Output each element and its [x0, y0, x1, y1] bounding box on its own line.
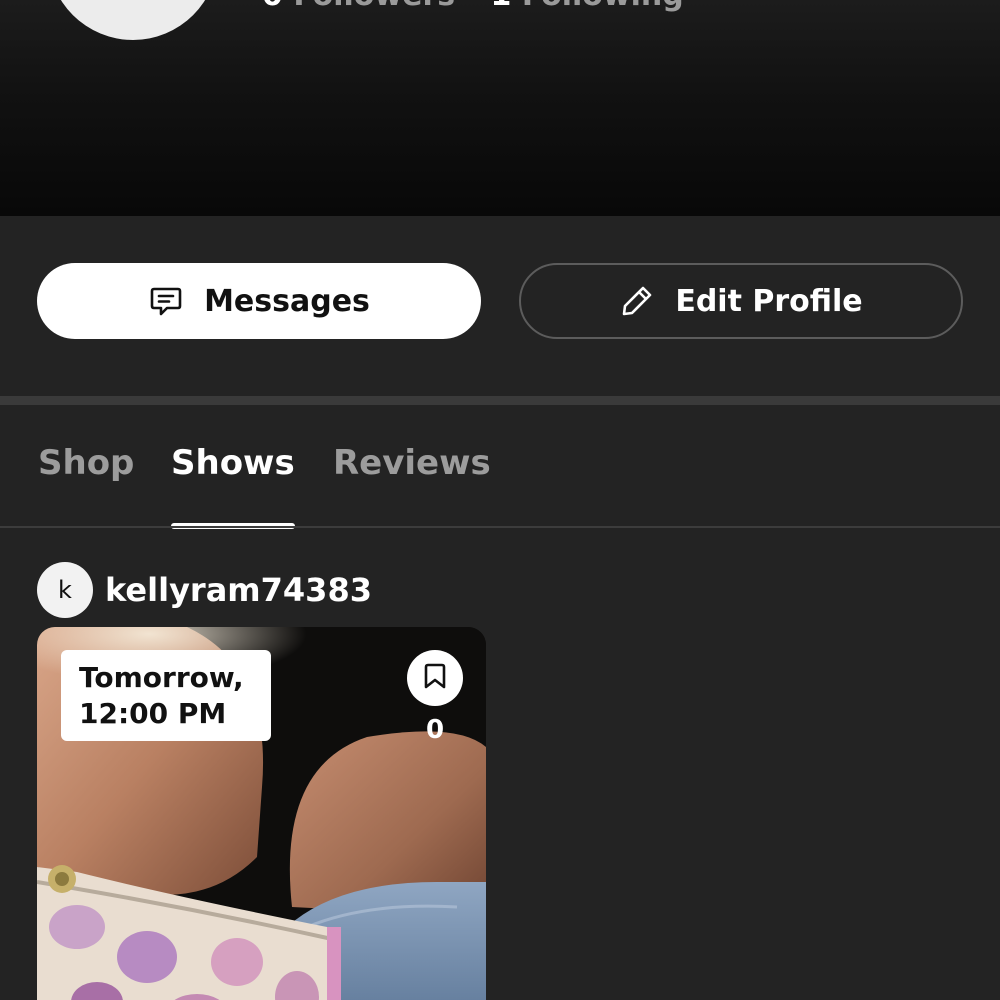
profile-avatar[interactable]	[48, 0, 218, 40]
host-username: kellyram74383	[105, 571, 372, 609]
stats-separator: ·	[467, 0, 478, 13]
show-card[interactable]: Tomorrow, 12:00 PM 0	[37, 627, 486, 1000]
show-time-hour: 12:00 PM	[79, 697, 227, 730]
show-host[interactable]: k kellyram74383	[37, 562, 372, 618]
edit-profile-label: Edit Profile	[675, 283, 863, 319]
messages-button[interactable]: Messages	[37, 263, 481, 339]
tab-reviews[interactable]: Reviews	[333, 443, 491, 483]
profile-header: 0 Followers · 1 Following	[0, 0, 1000, 216]
show-time-badge: Tomorrow, 12:00 PM	[61, 650, 271, 741]
tabs-divider	[0, 526, 1000, 528]
section-divider	[0, 396, 1000, 405]
tab-shop[interactable]: Shop	[38, 443, 134, 483]
follow-stats: 0 Followers · 1 Following	[262, 0, 684, 13]
bookmark-button[interactable]	[407, 650, 463, 706]
followers-count: 0	[262, 0, 283, 13]
pencil-icon	[619, 283, 655, 319]
edit-profile-button[interactable]: Edit Profile	[519, 263, 963, 339]
tab-shows[interactable]: Shows	[171, 443, 295, 483]
host-avatar: k	[37, 562, 93, 618]
messages-label: Messages	[204, 283, 370, 319]
profile-page: 0 Followers · 1 Following Messages Edit Pr…	[0, 0, 1000, 1000]
profile-tabs: Shop Shows Reviews	[0, 405, 1000, 529]
following-count: 1	[491, 0, 512, 13]
following-label: Following	[522, 0, 684, 13]
bookmark-count: 0	[425, 715, 445, 745]
message-bubble-icon	[148, 283, 184, 319]
followers-label: Followers	[293, 0, 455, 13]
show-time-day: Tomorrow,	[79, 661, 244, 694]
bookmark-icon	[420, 661, 450, 695]
following-link[interactable]: 1 Following	[491, 0, 684, 13]
followers-link[interactable]: 0 Followers	[262, 0, 455, 13]
